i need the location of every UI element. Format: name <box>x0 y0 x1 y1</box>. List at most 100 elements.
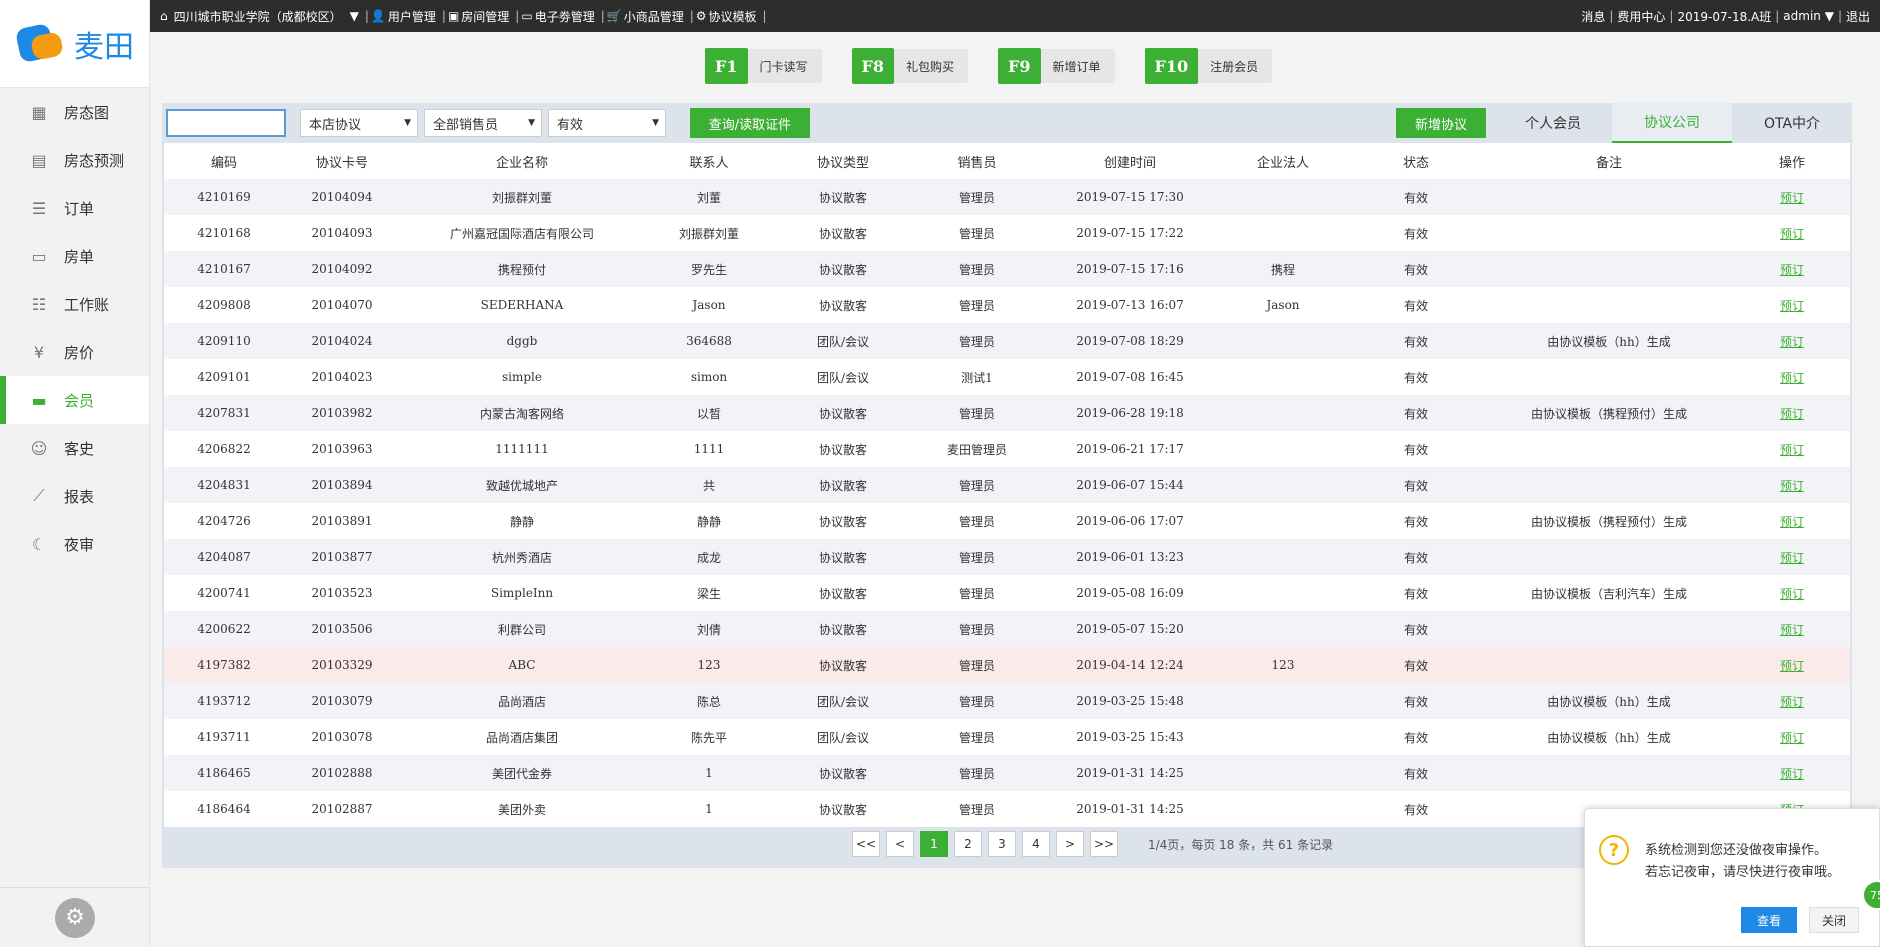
column-header[interactable]: 编码 <box>164 143 284 179</box>
nav-coupon-manage[interactable]: 电子劵管理 <box>535 8 595 25</box>
close-button[interactable]: 关闭 <box>1809 907 1859 933</box>
table-cell: 由协议模板（携程预付）生成 <box>1484 395 1734 431</box>
book-link[interactable]: 预订 <box>1734 215 1850 251</box>
hotkey-f9[interactable]: F9 新增订单 <box>998 48 1115 84</box>
book-link[interactable]: 预订 <box>1734 467 1850 503</box>
page-2-button[interactable]: 2 <box>954 831 982 857</box>
nav-room-manage[interactable]: 房间管理 <box>461 8 509 25</box>
book-link[interactable]: 预订 <box>1734 431 1850 467</box>
nav-user-manage[interactable]: 用户管理 <box>388 8 436 25</box>
page-first-button[interactable]: << <box>852 831 880 857</box>
table-cell: 利群公司 <box>400 611 644 647</box>
book-link[interactable]: 预订 <box>1734 683 1850 719</box>
nav-goods-manage[interactable]: 小商品管理 <box>624 8 684 25</box>
column-header[interactable]: 操作 <box>1734 143 1850 179</box>
page-last-button[interactable]: >> <box>1090 831 1118 857</box>
column-header[interactable]: 协议类型 <box>774 143 912 179</box>
book-link[interactable]: 预订 <box>1734 539 1850 575</box>
view-button[interactable]: 查看 <box>1741 907 1797 933</box>
hotkey-f8[interactable]: F8 礼包购买 <box>851 48 969 84</box>
sidebar-item-5[interactable]: ¥ 房价 <box>0 328 149 376</box>
table-row[interactable]: 4197382 20103329 ABC 123 协议散客 管理员 2019-04-14 1… <box>164 647 1850 683</box>
book-link[interactable]: 预订 <box>1734 647 1850 683</box>
sidebar-item-3[interactable]: ▭ 房单 <box>0 232 149 280</box>
column-header[interactable]: 备注 <box>1484 143 1734 179</box>
table-row[interactable]: 4209101 20104023 simple simon 团队/会议 测试1 2019-0… <box>164 359 1850 395</box>
user-menu[interactable]: admin ▼ <box>1783 9 1834 23</box>
new-agreement-button[interactable]: 新增协议 <box>1396 108 1486 138</box>
agreement-select[interactable]: 本店协议 <box>300 109 418 137</box>
table-row[interactable]: 4193711 20103078 品尚酒店集团 陈先平 团队/会议 管理员 2019-03-… <box>164 719 1850 755</box>
table-cell: 协议散客 <box>774 611 912 647</box>
book-link[interactable]: 预订 <box>1734 503 1850 539</box>
column-header[interactable]: 联系人 <box>644 143 774 179</box>
book-link[interactable]: 预订 <box>1734 395 1850 431</box>
tab-ota-agent[interactable]: OTA中介 <box>1732 103 1852 143</box>
table-row[interactable]: 4204087 20103877 杭州秀酒店 成龙 协议散客 管理员 2019-06-01 … <box>164 539 1850 575</box>
book-link[interactable]: 预订 <box>1734 287 1850 323</box>
logout-link[interactable]: 退出 <box>1846 8 1870 25</box>
fees-link[interactable]: 费用中心 <box>1617 8 1665 25</box>
table-cell: 4200741 <box>164 575 284 611</box>
home-icon[interactable]: ⌂ <box>160 9 168 23</box>
page-1-button[interactable]: 1 <box>920 831 948 857</box>
book-link[interactable]: 预订 <box>1734 251 1850 287</box>
page-3-button[interactable]: 3 <box>988 831 1016 857</box>
hotkey-label: 礼包购买 <box>906 59 955 74</box>
hotel-dropdown-caret[interactable]: ▼ <box>350 9 359 23</box>
status-select[interactable]: 有效 <box>548 109 666 137</box>
hotkey-f10[interactable]: F10 注册会员 <box>1144 48 1273 84</box>
table-row[interactable]: 4204831 20103894 致越优城地产共协议散客 管理员 2019-06-07 … <box>164 467 1850 503</box>
sidebar-item-6[interactable]: ▬ 会员 <box>0 376 149 424</box>
column-header[interactable]: 销售员 <box>912 143 1042 179</box>
sidebar-item-9[interactable]: ☾ 夜审 <box>0 520 149 568</box>
page-prev-button[interactable]: < <box>886 831 914 857</box>
table-row[interactable]: 4186465 20102888 美团代金券 1 协议散客 管理员 2019-01-31 1… <box>164 755 1850 791</box>
tab-agreement-company[interactable]: 协议公司 <box>1612 103 1732 143</box>
table-row[interactable]: 4207831 20103982 内蒙古淘客网络 以晳 协议散客 管理员 2019-06-2… <box>164 395 1850 431</box>
column-header[interactable]: 创建时间 <box>1042 143 1218 179</box>
book-link[interactable]: 预订 <box>1734 359 1850 395</box>
table-row[interactable]: 4210168 20104093 广州嘉冠国际酒店有限公司 刘振群刘董 协议散客 管理员 2… <box>164 215 1850 251</box>
book-link[interactable]: 预订 <box>1734 755 1850 791</box>
table-row[interactable]: 4210169 20104094 刘振群刘董 刘董 协议散客 管理员 2019-07-15 … <box>164 179 1850 215</box>
sidebar-item-8[interactable]: ⟋ 报表 <box>0 472 149 520</box>
gear-icon[interactable]: ⚙ <box>55 897 95 938</box>
table-row[interactable]: 4200622 20103506 利群公司 刘倩 协议散客 管理员 2019-05-07 1… <box>164 611 1850 647</box>
table-cell: 2019-03-25 15:43 <box>1042 719 1218 755</box>
table-row[interactable]: 4200741 20103523 SimpleInn 梁生 协议散客 管理员 2019-05… <box>164 575 1850 611</box>
agreement-table: 编码 协议卡号 企业名称 联系人 协议类型 销售员 创建时间 企业法人 状态 备注 操作 42101… <box>164 143 1850 827</box>
query-button[interactable]: 查询/读取证件 <box>690 108 810 138</box>
sidebar-item-0[interactable]: ▦ 房态图 <box>0 88 149 136</box>
sidebar-item-4[interactable]: ☷ 工作账 <box>0 280 149 328</box>
sidebar-item-1[interactable]: ▤ 房态预测 <box>0 136 149 184</box>
column-header[interactable]: 企业名称 <box>400 143 644 179</box>
table-row[interactable]: 4204726 20103891 静静 静静 协议散客 管理员 2019-06-06 17:… <box>164 503 1850 539</box>
salesperson-select[interactable]: 全部销售员 <box>424 109 542 137</box>
table-row[interactable]: 4193712 20103079 品尚酒店 陈总 团队/会议 管理员 2019-03-25 … <box>164 683 1850 719</box>
tab-personal-member[interactable]: 个人会员 <box>1494 103 1612 143</box>
messages-link[interactable]: 消息 <box>1581 8 1605 25</box>
book-link[interactable]: 预订 <box>1734 719 1850 755</box>
sidebar-item-7[interactable]: ☺ 客史 <box>0 424 149 472</box>
page-4-button[interactable]: 4 <box>1022 831 1050 857</box>
hotkey-f1[interactable]: F1 门卡读写 <box>705 48 822 84</box>
table-row[interactable]: 4209110 20104024 dggb 364688 团队/会议 管理员 2019-07… <box>164 323 1850 359</box>
logo[interactable]: 麦田 <box>0 0 149 88</box>
book-link[interactable]: 预订 <box>1734 179 1850 215</box>
table-row[interactable]: 4209808 20104070 SEDERHANA Jason 协议散客 管理员 2019… <box>164 287 1850 323</box>
column-header[interactable]: 企业法人 <box>1218 143 1348 179</box>
book-link[interactable]: 预订 <box>1734 323 1850 359</box>
table-row[interactable]: 4206822 20103963 1111111 1111 协议散客 麦田管理员 2019-… <box>164 431 1850 467</box>
sidebar-item-2[interactable]: ☰ 订单 <box>0 184 149 232</box>
page-next-button[interactable]: > <box>1056 831 1084 857</box>
hotel-name[interactable]: 四川城市职业学院（成都校区） <box>174 8 342 25</box>
nav-agreement-template[interactable]: 协议模板 <box>709 8 757 25</box>
table-row[interactable]: 4210167 20104092 携程预付 罗先生 协议散客 管理员 2019-07-15 … <box>164 251 1850 287</box>
book-link[interactable]: 预订 <box>1734 575 1850 611</box>
search-input[interactable] <box>166 109 286 137</box>
book-link[interactable]: 预订 <box>1734 611 1850 647</box>
column-header[interactable]: 状态 <box>1348 143 1484 179</box>
table-cell: SimpleInn <box>400 575 644 611</box>
column-header[interactable]: 协议卡号 <box>284 143 400 179</box>
